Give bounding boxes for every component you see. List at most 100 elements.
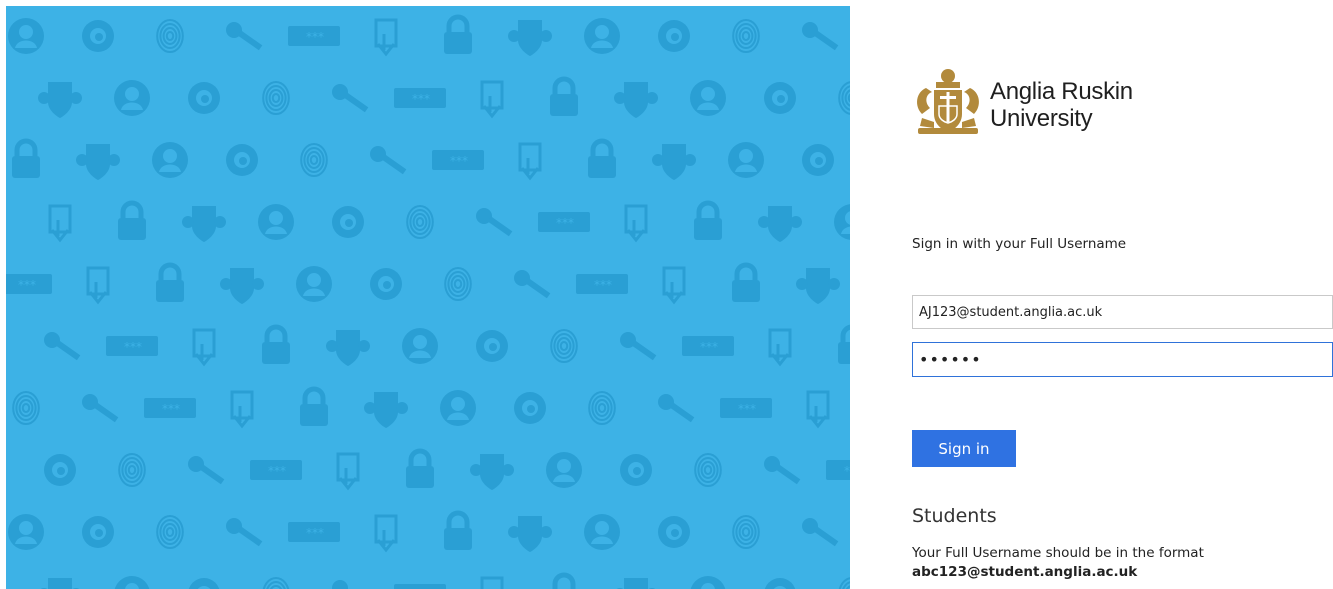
fingerprint-icon	[444, 267, 472, 301]
eye-icon	[82, 516, 114, 548]
key-icon	[514, 270, 551, 299]
key-icon	[620, 332, 657, 361]
crest-icon	[364, 392, 408, 428]
key-icon	[332, 580, 369, 589]
person-icon	[690, 576, 726, 589]
person-icon	[114, 80, 150, 116]
eye-icon	[658, 516, 690, 548]
person-icon	[152, 142, 188, 178]
key-icon	[82, 394, 119, 423]
password-field-icon: ***	[682, 336, 734, 356]
person-icon	[258, 204, 294, 240]
svg-text:***: ***	[162, 402, 180, 416]
eye-icon	[332, 206, 364, 238]
fingerprint-icon	[694, 453, 722, 487]
svg-text:***: ***	[594, 278, 612, 292]
crest-icon	[508, 516, 552, 552]
fingerprint-icon	[118, 453, 146, 487]
password-field-icon: ***	[288, 26, 340, 46]
sign-in-panel: Anglia Ruskin University Sign in with yo…	[912, 0, 1333, 589]
password-field-icon: ***	[394, 88, 446, 108]
password-field-icon: ***	[288, 522, 340, 542]
crest-icon	[220, 268, 264, 304]
touch-icon	[624, 204, 648, 243]
password-field-icon: ***	[106, 336, 158, 356]
crest-icon	[76, 144, 120, 180]
svg-text:***: ***	[306, 30, 324, 44]
person-icon	[402, 328, 438, 364]
eye-icon	[44, 454, 76, 486]
crest-icon	[652, 144, 696, 180]
password-field-icon: ***	[538, 212, 590, 232]
fingerprint-icon	[262, 577, 290, 589]
eye-icon	[658, 20, 690, 52]
touch-icon	[480, 576, 504, 589]
lock-icon	[262, 324, 290, 364]
key-icon	[802, 22, 839, 51]
svg-text:***: ***	[844, 464, 850, 478]
lock-icon	[300, 386, 328, 426]
person-icon	[584, 514, 620, 550]
person-icon	[834, 204, 850, 240]
person-icon	[584, 18, 620, 54]
crest-icon	[182, 206, 226, 242]
crest-icon	[38, 82, 82, 118]
key-icon	[476, 208, 513, 237]
key-icon	[764, 456, 801, 485]
svg-text:***: ***	[268, 464, 286, 478]
touch-icon	[230, 390, 254, 429]
sign-in-prompt: Sign in with your Full Username	[912, 236, 1127, 252]
key-icon	[802, 518, 839, 547]
fingerprint-icon	[838, 577, 850, 589]
key-icon	[658, 394, 695, 423]
fingerprint-icon	[588, 391, 616, 425]
lock-icon	[550, 76, 578, 116]
person-icon	[114, 576, 150, 589]
person-icon	[440, 390, 476, 426]
touch-icon	[768, 328, 792, 367]
lock-icon	[12, 138, 40, 178]
lock-icon	[552, 572, 576, 589]
password-field-icon: ***	[720, 398, 772, 418]
touch-icon	[662, 266, 686, 305]
crest-logo-icon	[917, 69, 979, 134]
hero-illustration: *** *** *** *** *** *** *** *** *** *** *** *** *** *…	[6, 6, 850, 589]
eye-icon	[764, 578, 796, 589]
fingerprint-icon	[12, 391, 40, 425]
lock-icon	[156, 262, 184, 302]
key-icon	[332, 84, 369, 113]
crest-icon	[326, 330, 370, 366]
touch-icon	[374, 514, 398, 553]
lock-icon	[694, 200, 722, 240]
students-heading: Students	[912, 505, 997, 527]
eye-icon	[476, 330, 508, 362]
person-icon	[8, 514, 44, 550]
key-icon	[188, 456, 225, 485]
crest-icon	[758, 206, 802, 242]
sign-in-button[interactable]: Sign in	[912, 430, 1016, 467]
fingerprint-icon	[732, 515, 760, 549]
svg-text:***: ***	[700, 340, 718, 354]
username-format-hint: Your Full Username should be in the form…	[912, 544, 1204, 582]
security-pattern: *** *** *** *** *** *** *** *** *** *** *** *** *** *…	[6, 14, 850, 589]
password-input[interactable]	[912, 342, 1333, 377]
eye-icon	[370, 268, 402, 300]
password-field-icon: ***	[144, 398, 196, 418]
svg-text:***: ***	[412, 92, 430, 106]
touch-icon	[48, 204, 72, 243]
crest-icon	[508, 20, 552, 56]
fingerprint-icon	[550, 329, 578, 363]
svg-text:***: ***	[306, 526, 324, 540]
svg-text:***: ***	[556, 216, 574, 230]
eye-icon	[514, 392, 546, 424]
eye-icon	[764, 82, 796, 114]
password-field-icon: ***	[394, 584, 446, 589]
eye-icon	[226, 144, 258, 176]
password-field-icon: ***	[576, 274, 628, 294]
eye-icon	[620, 454, 652, 486]
person-icon	[296, 266, 332, 302]
password-field-icon: ***	[250, 460, 302, 480]
lock-icon	[838, 324, 850, 364]
username-input[interactable]	[912, 295, 1333, 329]
crest-icon	[40, 578, 80, 589]
